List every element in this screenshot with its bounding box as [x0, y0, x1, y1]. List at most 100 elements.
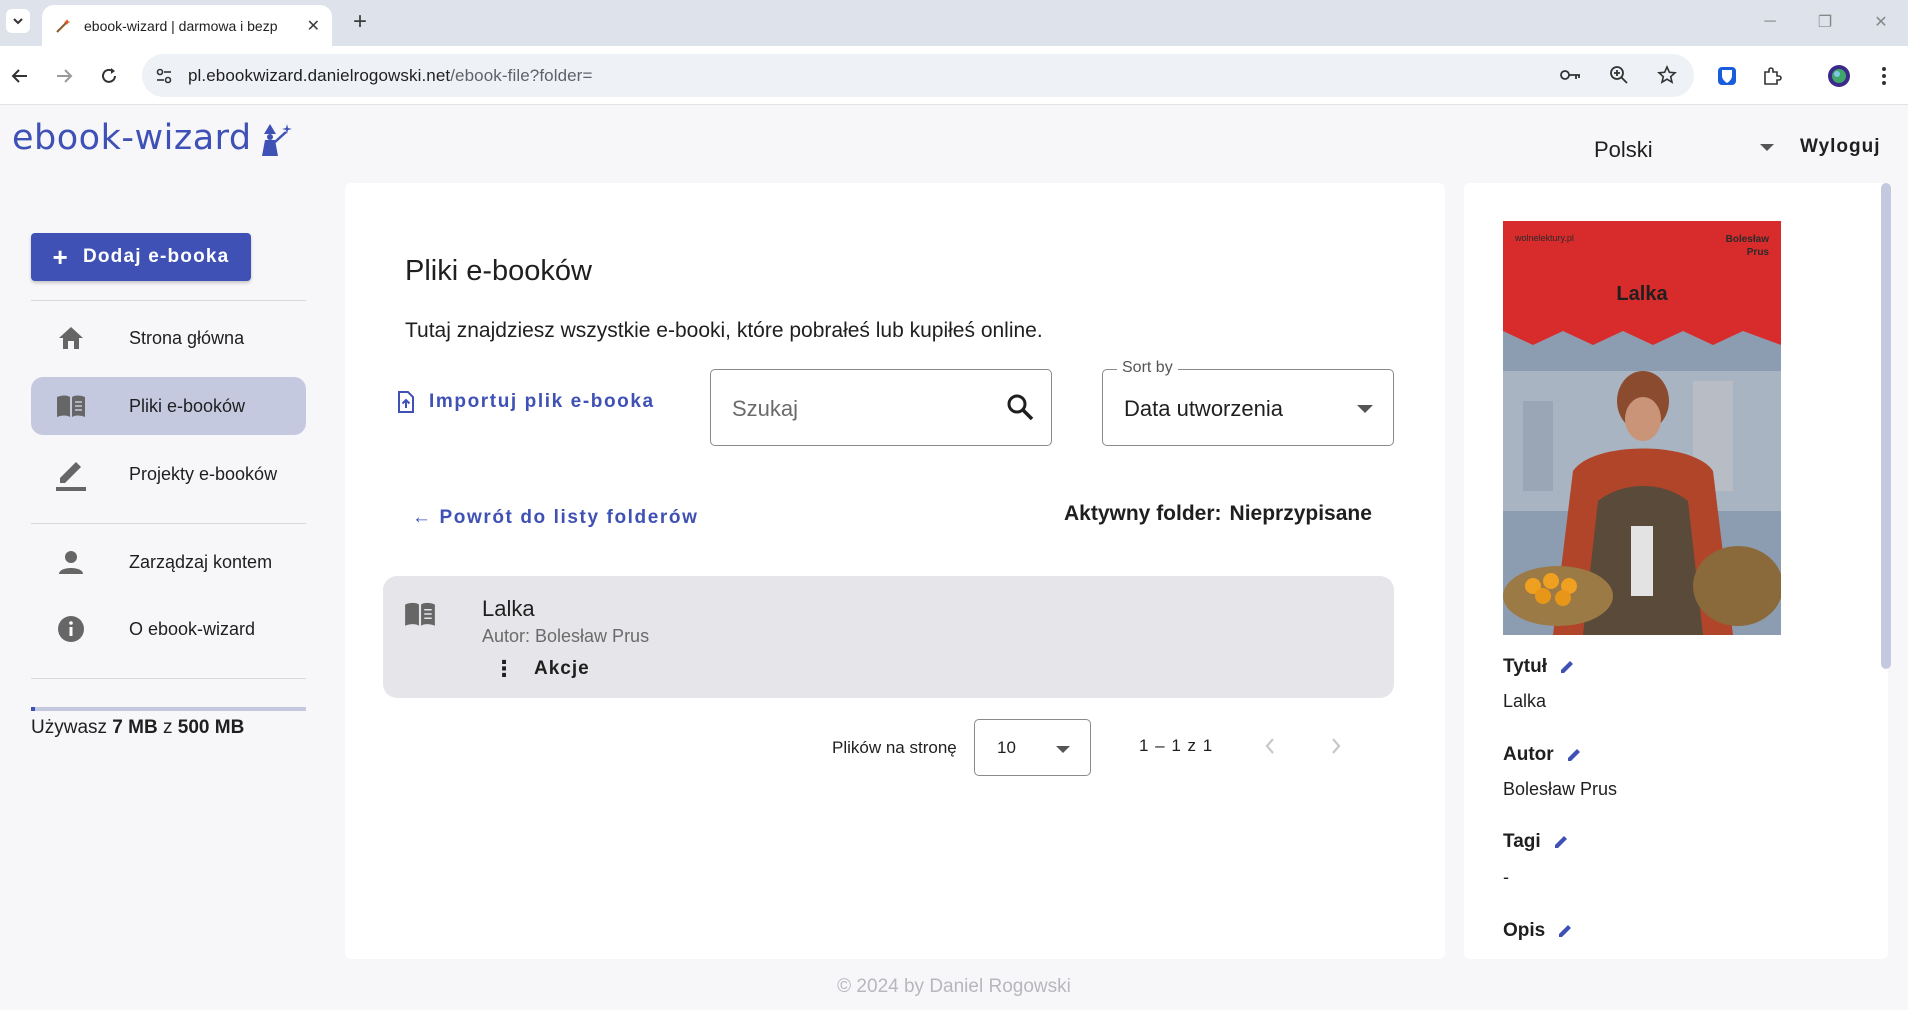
sidebar-item-ebook-files[interactable]: Pliki e-booków — [31, 377, 306, 435]
logo-text: ebook-wizard — [12, 118, 252, 158]
edit-tags-icon[interactable] — [1553, 834, 1569, 850]
book-icon — [403, 600, 437, 633]
new-tab-button[interactable]: + — [346, 8, 374, 36]
active-folder-label: Aktywny folder: — [1064, 502, 1222, 525]
wizard-icon — [261, 124, 292, 156]
active-folder-value: Nieprzypisane — [1229, 502, 1372, 525]
browser-menu-icon[interactable] — [1870, 62, 1898, 90]
pager-label: Plików na stronę — [832, 738, 957, 757]
sidebar-item-label: O ebook-wizard — [129, 618, 256, 639]
sidebar-item-about[interactable]: O ebook-wizard — [31, 600, 306, 658]
back-button[interactable] — [6, 62, 34, 90]
url-host: pl.ebookwizard.danielrogowski.net — [188, 65, 451, 85]
browser-tab[interactable]: ebook-wizard | darmowa i bezp ✕ — [42, 5, 332, 46]
active-folder: Aktywny folder: Nieprzypisane — [1064, 502, 1372, 526]
file-actions-button[interactable]: ⋮ Akcje — [493, 656, 590, 682]
extensions-icon[interactable] — [1758, 62, 1786, 90]
footer-copyright: © 2024 by Daniel Rogowski — [837, 976, 1071, 997]
usage-sep: z — [162, 717, 173, 738]
usage-prefix: Używasz — [31, 717, 108, 738]
cover-brand: wolnelektury.pl — [1515, 233, 1574, 243]
previous-page-button[interactable] — [1255, 731, 1285, 761]
sidebar-item-ebook-projects[interactable]: Projekty e-booków — [31, 445, 306, 503]
field-label-text: Tagi — [1503, 831, 1541, 852]
storage-usage-text: Używasz 7 MB z 500 MB — [31, 717, 244, 739]
file-author: Autor: Bolesław Prus — [482, 626, 650, 646]
more-vert-icon: ⋮ — [493, 656, 516, 681]
forward-button[interactable] — [50, 62, 78, 90]
key-icon[interactable] — [1558, 62, 1584, 88]
book-cover: wolnelektury.pl Bolesław Prus Lalka — [1503, 221, 1781, 635]
back-to-folders-link[interactable]: ← Powrót do listy folderów — [412, 507, 699, 529]
author-field-value: Bolesław Prus — [1503, 779, 1618, 799]
details-panel: wolnelektury.pl Bolesław Prus Lalka Tytuł… — [1464, 183, 1888, 959]
address-bar[interactable]: pl.ebookwizard.danielrogowski.net/ebook-… — [142, 54, 1694, 97]
main-panel: Pliki e-booków Tutaj znajdziesz wszystki… — [345, 183, 1445, 959]
search-placeholder: Szukaj — [732, 396, 799, 421]
browser-toolbar: pl.ebookwizard.danielrogowski.net/ebook-… — [0, 46, 1908, 105]
sort-value: Data utworzenia — [1124, 396, 1283, 421]
info-icon — [51, 615, 91, 643]
usage-total: 500 MB — [177, 717, 245, 738]
reload-icon — [102, 68, 116, 83]
storage-usage-bar — [31, 707, 306, 711]
description-field-label: Opis — [1503, 920, 1573, 942]
profile-avatar[interactable] — [1825, 62, 1853, 90]
file-actions-label: Akcje — [534, 658, 590, 679]
author-field-label: Autor — [1503, 744, 1582, 766]
sidebar-item-home[interactable]: Strona główna — [31, 309, 306, 367]
edit-icon — [51, 456, 91, 492]
edit-description-icon[interactable] — [1557, 923, 1573, 939]
cover-author-line2: Prus — [1746, 247, 1769, 258]
language-select[interactable]: Polski — [1594, 134, 1774, 166]
storage-usage-fill — [31, 707, 35, 711]
file-list-item[interactable]: Lalka Autor: Bolesław Prus ⋮ Akcje — [383, 576, 1394, 698]
bookmark-star-icon[interactable] — [1654, 62, 1680, 88]
arrow-right-icon — [57, 69, 73, 83]
search-icon[interactable] — [1005, 392, 1035, 427]
file-title: Lalka — [482, 596, 535, 621]
search-input[interactable]: Szukaj — [710, 369, 1052, 446]
page-title: Pliki e-booków — [405, 255, 592, 287]
bitwarden-icon[interactable] — [1713, 62, 1741, 90]
minimize-icon[interactable]: ─ — [1755, 10, 1785, 34]
sidebar-item-label: Strona główna — [129, 327, 245, 348]
page-size-select[interactable]: 10 — [974, 719, 1091, 776]
pager-range: 1 – 1 z 1 — [1139, 736, 1214, 755]
file-upload-icon — [397, 391, 415, 413]
edit-author-icon[interactable] — [1566, 747, 1582, 763]
address-bar-actions — [1558, 62, 1680, 88]
add-ebook-button[interactable]: + Dodaj e-booka — [31, 233, 251, 281]
details-scrollbar[interactable] — [1881, 183, 1891, 669]
next-page-button[interactable] — [1321, 731, 1351, 761]
window-close-icon[interactable]: ✕ — [1866, 10, 1896, 34]
tags-field-value: - — [1503, 867, 1509, 887]
sidebar-item-label: Zarządzaj kontem — [129, 551, 273, 572]
sort-label: Sort by — [1117, 359, 1178, 377]
wand-icon — [54, 17, 72, 35]
title-field-label: Tytuł — [1503, 656, 1575, 678]
cover-title: Lalka — [1616, 283, 1668, 305]
arrow-left-icon — [11, 69, 27, 83]
zoom-icon[interactable] — [1606, 62, 1632, 88]
app-logo[interactable]: ebook-wizard — [12, 118, 296, 158]
sidebar-item-label: Projekty e-booków — [129, 463, 278, 484]
tab-search-button[interactable] — [6, 9, 30, 33]
tab-strip: ebook-wizard | darmowa i bezp ✕ + ─ ❐ ✕ — [0, 0, 1908, 46]
edit-title-icon[interactable] — [1559, 659, 1575, 675]
chevron-right-icon — [1332, 738, 1341, 754]
close-icon[interactable]: ✕ — [307, 16, 320, 36]
restore-icon[interactable]: ❐ — [1810, 10, 1840, 34]
url-path: /ebook-file?folder= — [450, 65, 593, 85]
logout-button[interactable]: Wyloguj — [1800, 136, 1881, 158]
site-info-icon[interactable] — [146, 58, 182, 94]
sort-select[interactable]: Sort by Data utworzenia — [1102, 359, 1394, 446]
reload-button[interactable] — [95, 62, 123, 90]
title-field-value: Lalka — [1503, 691, 1547, 711]
sidebar-item-label: Pliki e-booków — [129, 395, 246, 416]
page-size-value: 10 — [997, 738, 1016, 757]
import-ebook-button[interactable]: Importuj plik e-booka — [397, 391, 655, 413]
sidebar-item-account[interactable]: Zarządzaj kontem — [31, 533, 306, 591]
chevron-left-icon — [1265, 738, 1274, 754]
plus-icon: + — [52, 241, 69, 272]
